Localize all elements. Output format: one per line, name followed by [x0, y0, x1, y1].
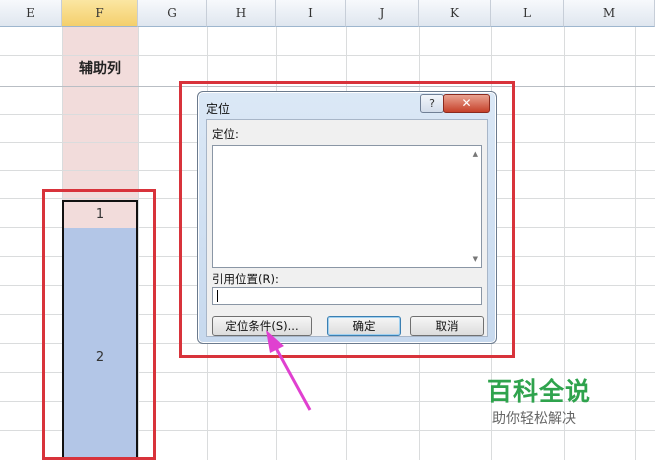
watermark-subtitle: 助你轻松解决: [492, 411, 576, 427]
watermark-title: 百科全说: [487, 377, 592, 406]
